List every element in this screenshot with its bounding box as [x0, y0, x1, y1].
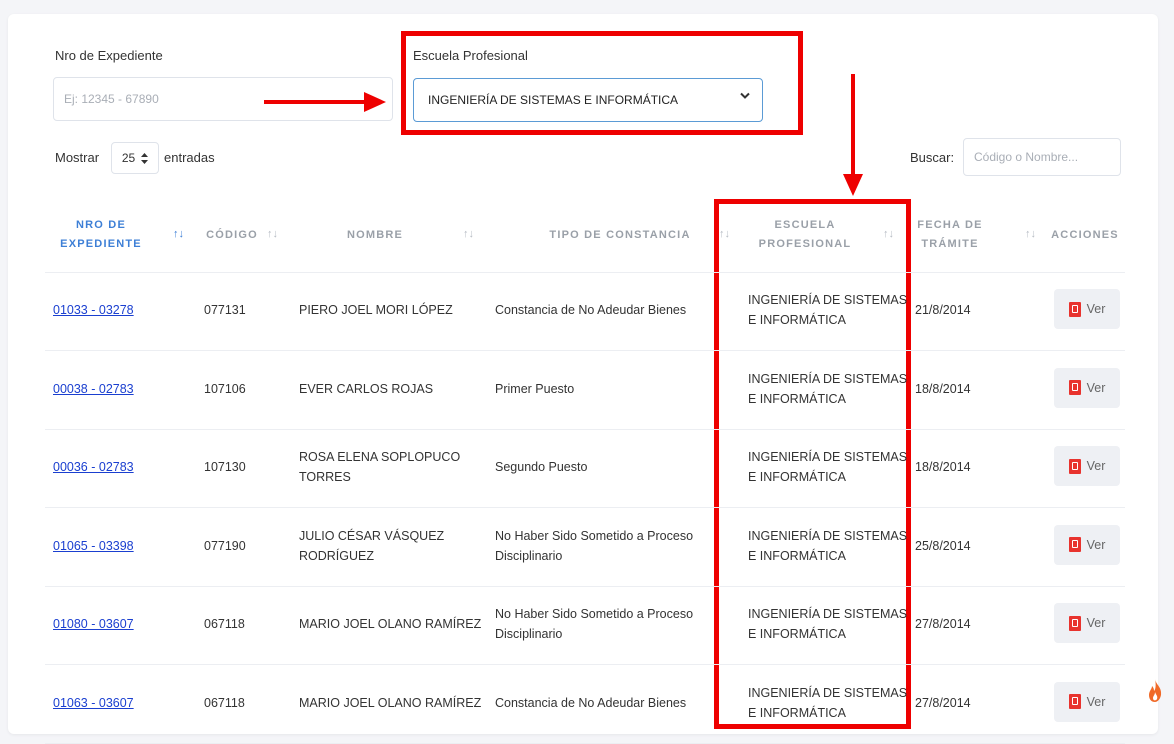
escuela-cell: INGENIERÍA DE SISTEMAS E INFORMÁTICA	[748, 685, 908, 720]
escuela-cell: INGENIERÍA DE SISTEMAS E INFORMÁTICA	[748, 371, 908, 406]
nombre-cell: EVER CARLOS ROJAS	[299, 381, 434, 396]
escuela-cell: INGENIERÍA DE SISTEMAS E INFORMÁTICA	[748, 450, 908, 484]
expediente-link[interactable]: 01033 - 03278	[53, 300, 163, 320]
th-escuela[interactable]: ESCUELA PROFESIONAL	[745, 216, 865, 254]
search-input[interactable]	[963, 138, 1121, 176]
length-select[interactable]: 25	[111, 142, 159, 174]
ver-button[interactable]: Ver	[1054, 367, 1120, 408]
codigo-cell: 107130	[204, 460, 246, 474]
tipo-cell: No Haber Sido Sometido a Proceso Discipli…	[495, 528, 694, 563]
table-row: 01065 - 03398 077190 JULIO CÉSAR VÁSQUEZ RO…	[45, 508, 1125, 587]
pdf-icon	[1068, 537, 1081, 552]
codigo-cell: 077131	[204, 303, 246, 317]
length-value: 25	[121, 151, 136, 165]
nombre-cell: MARIO JOEL OLANO RAMÍREZ	[299, 695, 482, 710]
ver-button[interactable]: Ver	[1054, 289, 1120, 329]
ver-button[interactable]: Ver	[1054, 603, 1120, 643]
nombre-cell: ROSA ELENA SOPLOPUCO TORRES	[299, 450, 461, 484]
ver-button-label: Ver	[1086, 380, 1106, 395]
ver-button[interactable]: Ver	[1054, 446, 1120, 486]
ver-button[interactable]: Ver	[1054, 681, 1120, 722]
annotation-arrow-right	[264, 100, 368, 104]
entradas-label: entradas	[164, 150, 215, 165]
codigo-cell: 067118	[204, 617, 245, 631]
ver-button-label: Ver	[1086, 302, 1106, 316]
th-nombre[interactable]: NOMBRE	[330, 226, 420, 245]
ver-button-label: Ver	[1086, 459, 1106, 473]
th-codigo[interactable]: CÓDIGO	[197, 226, 267, 245]
annotation-arrowhead-down	[843, 174, 863, 196]
sort-icon[interactable]: ↑↓	[1025, 228, 1036, 240]
escuela-cell: INGENIERÍA DE SISTEMAS E INFORMÁTICA	[748, 528, 908, 563]
annotation-arrowhead-right	[364, 92, 386, 112]
tipo-cell: Primer Puesto	[495, 381, 575, 396]
th-acciones: ACCIONES	[1051, 229, 1119, 241]
fire-icon[interactable]	[1142, 676, 1168, 706]
table-header: NRO DE EXPEDIENTE ↑↓ CÓDIGO ↑↓ NOMBRE ↑↓ …	[45, 204, 1125, 273]
escuela-label: Escuela Profesional	[413, 48, 528, 63]
table-row: 01063 - 03607 067118 MARIO JOEL OLANO RAMÍ…	[45, 665, 1125, 744]
fecha-cell: 27/8/2014	[915, 617, 971, 631]
sort-icon[interactable]: ↑↓	[463, 228, 474, 240]
pdf-icon	[1068, 380, 1081, 395]
table-row: 00038 - 02783 107106 EVER CARLOS ROJAS Prim…	[45, 351, 1125, 430]
pdf-icon	[1068, 458, 1081, 474]
fecha-cell: 25/8/2014	[915, 538, 971, 553]
chevron-down-icon	[740, 92, 750, 99]
tipo-cell: No Haber Sido Sometido a Proceso Discipli…	[495, 607, 694, 641]
nombre-cell: MARIO JOEL OLANO RAMÍREZ	[299, 617, 482, 631]
nombre-cell: PIERO JOEL MORI LÓPEZ	[299, 303, 453, 317]
fecha-cell: 21/8/2014	[915, 303, 971, 317]
sort-icon[interactable]: ↑↓	[267, 228, 278, 240]
fecha-cell: 18/8/2014	[915, 460, 971, 474]
expediente-link[interactable]: 01065 - 03398	[53, 536, 163, 556]
buscar-label: Buscar:	[910, 150, 955, 165]
th-fecha[interactable]: FECHA DE TRÁMITE	[910, 216, 990, 254]
nombre-cell: JULIO CÉSAR VÁSQUEZ RODRÍGUEZ	[299, 528, 445, 563]
escuela-select[interactable]: INGENIERÍA DE SISTEMAS E INFORMÁTICA	[413, 78, 763, 122]
tipo-cell: Constancia de No Adeudar Bienes	[495, 303, 687, 317]
annotation-arrow-down	[851, 74, 855, 178]
expediente-link[interactable]: 01080 - 03607	[53, 614, 163, 634]
codigo-cell: 067118	[204, 695, 245, 710]
fecha-cell: 18/8/2014	[915, 381, 971, 396]
escuela-cell: INGENIERÍA DE SISTEMAS E INFORMÁTICA	[748, 607, 908, 641]
expediente-link[interactable]: 00038 - 02783	[53, 379, 163, 399]
escuela-cell: INGENIERÍA DE SISTEMAS E INFORMÁTICA	[748, 293, 908, 327]
pdf-icon	[1068, 694, 1081, 709]
mostrar-label: Mostrar	[55, 150, 100, 165]
tipo-cell: Constancia de No Adeudar Bienes	[495, 695, 687, 710]
updown-caret-icon	[141, 152, 149, 164]
sort-icon[interactable]: ↑↓	[173, 228, 184, 240]
fecha-cell: 27/8/2014	[915, 695, 971, 710]
pdf-icon	[1068, 301, 1081, 317]
sort-icon[interactable]: ↑↓	[719, 228, 730, 240]
table-row: 01033 - 03278 077131 PIERO JOEL MORI LÓPEZ…	[45, 272, 1125, 351]
expediente-label: Nro de Expediente	[55, 48, 163, 63]
codigo-cell: 077190	[204, 538, 246, 553]
tipo-cell: Segundo Puesto	[495, 460, 588, 474]
escuela-select-value: INGENIERÍA DE SISTEMAS E INFORMÁTICA	[428, 93, 679, 107]
sort-icon[interactable]: ↑↓	[883, 228, 894, 240]
table-row: 00036 - 02783 107130 ROSA ELENA SOPLOPUCO T…	[45, 429, 1125, 508]
table-row: 01080 - 03607 067118 MARIO JOEL OLANO RAMÍ…	[45, 586, 1125, 665]
ver-button-label: Ver	[1086, 616, 1106, 630]
th-tipo[interactable]: TIPO DE CONSTANCIA	[525, 226, 715, 245]
codigo-cell: 107106	[204, 381, 246, 396]
ver-button[interactable]: Ver	[1054, 524, 1120, 565]
ver-button-label: Ver	[1086, 694, 1106, 709]
expediente-link[interactable]: 01063 - 03607	[53, 693, 163, 713]
ver-button-label: Ver	[1086, 537, 1106, 552]
pdf-icon	[1068, 615, 1081, 631]
expediente-link[interactable]: 00036 - 02783	[53, 457, 163, 477]
expediente-input[interactable]	[53, 77, 393, 121]
th-expediente[interactable]: NRO DE EXPEDIENTE	[51, 216, 151, 254]
